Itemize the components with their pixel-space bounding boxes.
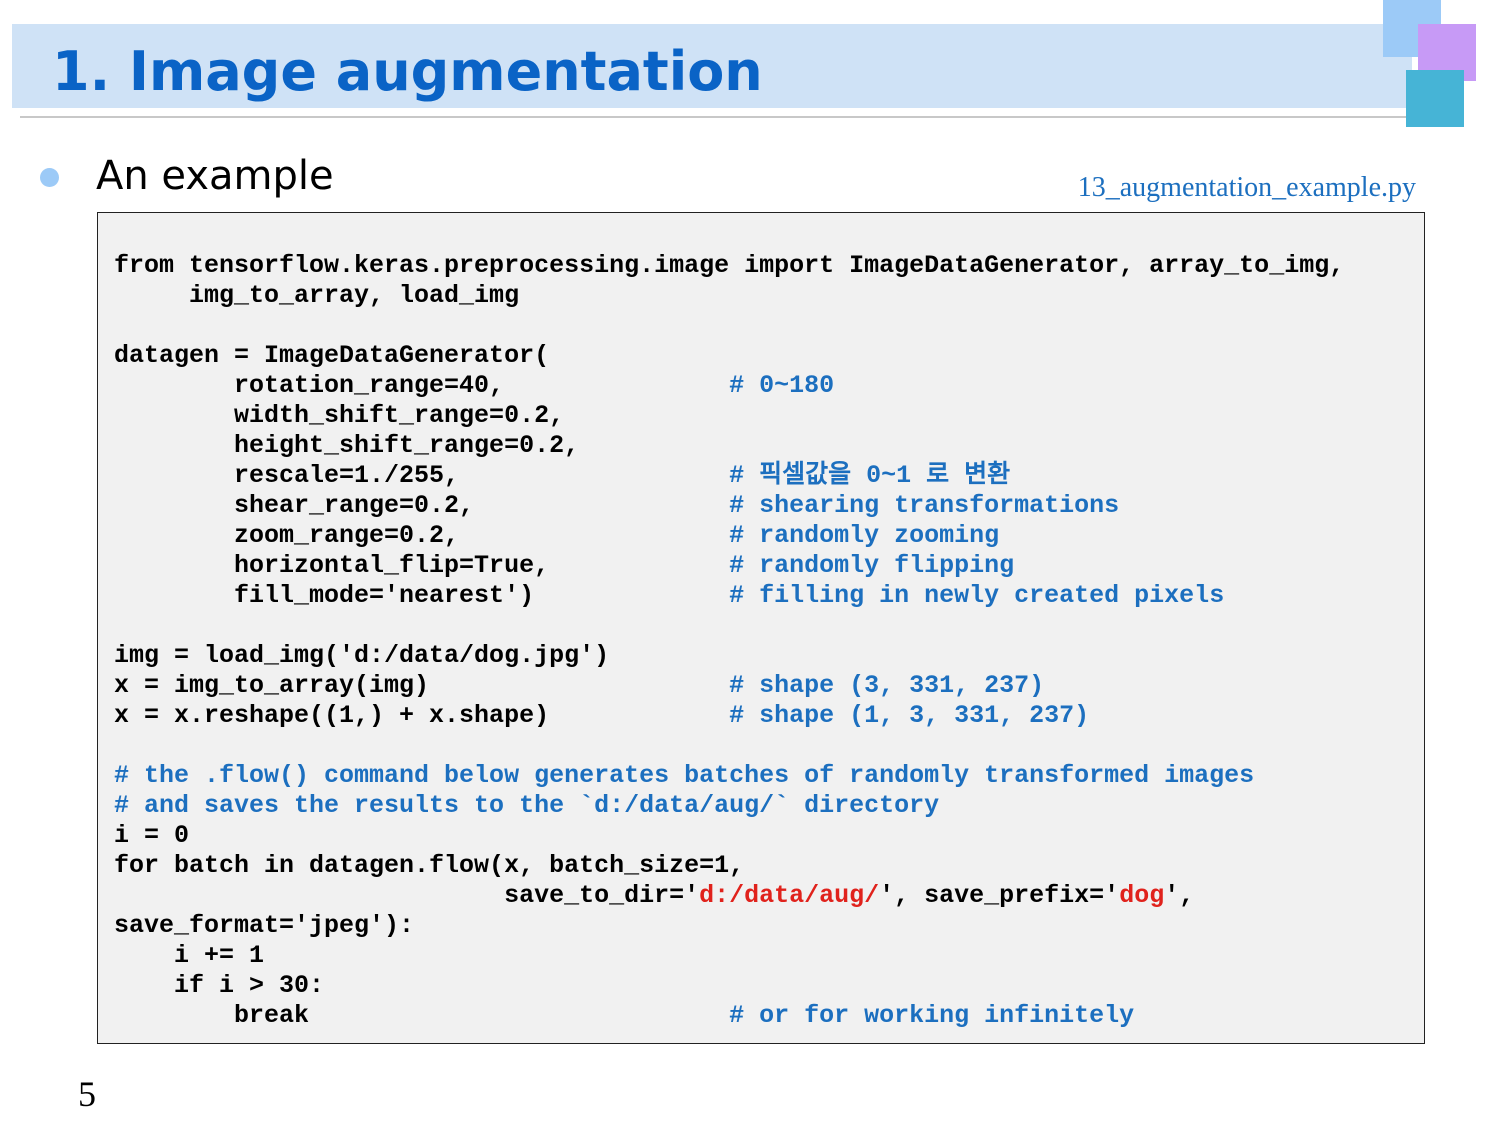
code-token: i += 1 — [114, 941, 265, 970]
code-line: horizontal_flip=True, # randomly flippin… — [114, 551, 1344, 581]
slide-title: 1. Image augmentation — [52, 40, 763, 103]
code-token: rotation_range=40, — [114, 371, 505, 400]
code-comment: # randomly zooming — [459, 521, 1000, 550]
code-line: shear_range=0.2, # shearing transformati… — [114, 491, 1344, 521]
code-string-highlight: d:/data/aug/ — [699, 881, 880, 910]
code-line: break # or for working infinitely — [114, 1001, 1344, 1031]
code-line: x = img_to_array(img) # shape (3, 331, 2… — [114, 671, 1344, 701]
code-line: x = x.reshape((1,) + x.shape) # shape (1… — [114, 701, 1344, 731]
code-token: if i > 30: — [114, 971, 325, 1000]
code-line: save_to_dir='d:/data/aug/', save_prefix=… — [114, 881, 1344, 911]
code-token: from tensorflow.keras.preprocessing.imag… — [114, 251, 1345, 280]
code-token: img_to_array, load_img — [114, 281, 520, 310]
code-block: from tensorflow.keras.preprocessing.imag… — [97, 212, 1425, 1044]
code-line: zoom_range=0.2, # randomly zooming — [114, 521, 1344, 551]
code-token: save_format='jpeg'): — [114, 911, 415, 940]
code-line: datagen = ImageDataGenerator( — [114, 341, 1344, 371]
code-token: fill_mode='nearest') — [114, 581, 535, 610]
code-token: save_to_dir=' — [114, 881, 700, 910]
bullet-icon — [40, 168, 59, 187]
code-comment: # 0~180 — [504, 371, 835, 400]
code-comment: # shape (1, 3, 331, 237) — [549, 701, 1090, 730]
decor-square-teal — [1406, 70, 1464, 127]
code-token: shear_range=0.2, — [114, 491, 475, 520]
code-line: img_to_array, load_img — [114, 281, 1344, 311]
code-token: ', — [1164, 881, 1195, 910]
code-line: # and saves the results to the `d:/data/… — [114, 791, 1344, 821]
code-token: x = img_to_array(img) — [114, 671, 430, 700]
code-token: ', save_prefix=' — [879, 881, 1120, 910]
code-listing: from tensorflow.keras.preprocessing.imag… — [114, 251, 1344, 1031]
code-comment: # and saves the results to the `d:/data/… — [114, 791, 940, 820]
code-token: break — [114, 1001, 310, 1030]
code-token: width_shift_range=0.2, — [114, 401, 565, 430]
bullet-text: An example — [96, 153, 334, 199]
code-line: fill_mode='nearest') # filling in newly … — [114, 581, 1344, 611]
code-token: datagen = ImageDataGenerator( — [114, 341, 550, 370]
code-line: # the .flow() command below generates ba… — [114, 761, 1344, 791]
code-line: if i > 30: — [114, 971, 1344, 1001]
code-token: height_shift_range=0.2, — [114, 431, 580, 460]
code-comment: # shape (3, 331, 237) — [429, 671, 1045, 700]
code-line: save_format='jpeg'): — [114, 911, 1344, 941]
code-line: i = 0 — [114, 821, 1344, 851]
code-token: i = 0 — [114, 821, 190, 850]
code-line: width_shift_range=0.2, — [114, 401, 1344, 431]
code-line: rotation_range=40, # 0~180 — [114, 371, 1344, 401]
code-token: img = load_img('d:/data/dog.jpg') — [114, 641, 610, 670]
code-line: for batch in datagen.flow(x, batch_size=… — [114, 851, 1344, 881]
code-token: for batch in datagen.flow(x, batch_size=… — [114, 851, 745, 880]
page-number: 5 — [78, 1074, 96, 1114]
code-line: i += 1 — [114, 941, 1344, 971]
code-comment: # filling in newly created pixels — [534, 581, 1225, 610]
source-filename: 13_augmentation_example.py — [1077, 172, 1416, 203]
code-token: rescale=1./255, — [114, 461, 460, 490]
code-token: horizontal_flip=True, — [114, 551, 550, 580]
title-divider — [20, 116, 1460, 118]
code-token: x = x.reshape((1,) + x.shape) — [114, 701, 550, 730]
code-comment: # randomly flipping — [549, 551, 1015, 580]
code-comment: # 픽셀값을 0~1 로 변환 — [459, 461, 1011, 490]
code-string-highlight: dog — [1119, 881, 1165, 910]
code-comment: # shearing transformations — [474, 491, 1120, 520]
code-line: from tensorflow.keras.preprocessing.imag… — [114, 251, 1344, 281]
code-line: rescale=1./255, # 픽셀값을 0~1 로 변환 — [114, 461, 1344, 491]
code-comment: # the .flow() command below generates ba… — [114, 761, 1255, 790]
code-token: zoom_range=0.2, — [114, 521, 460, 550]
code-line: height_shift_range=0.2, — [114, 431, 1344, 461]
code-comment: # or for working infinitely — [309, 1001, 1135, 1030]
code-line: img = load_img('d:/data/dog.jpg') — [114, 641, 1344, 671]
